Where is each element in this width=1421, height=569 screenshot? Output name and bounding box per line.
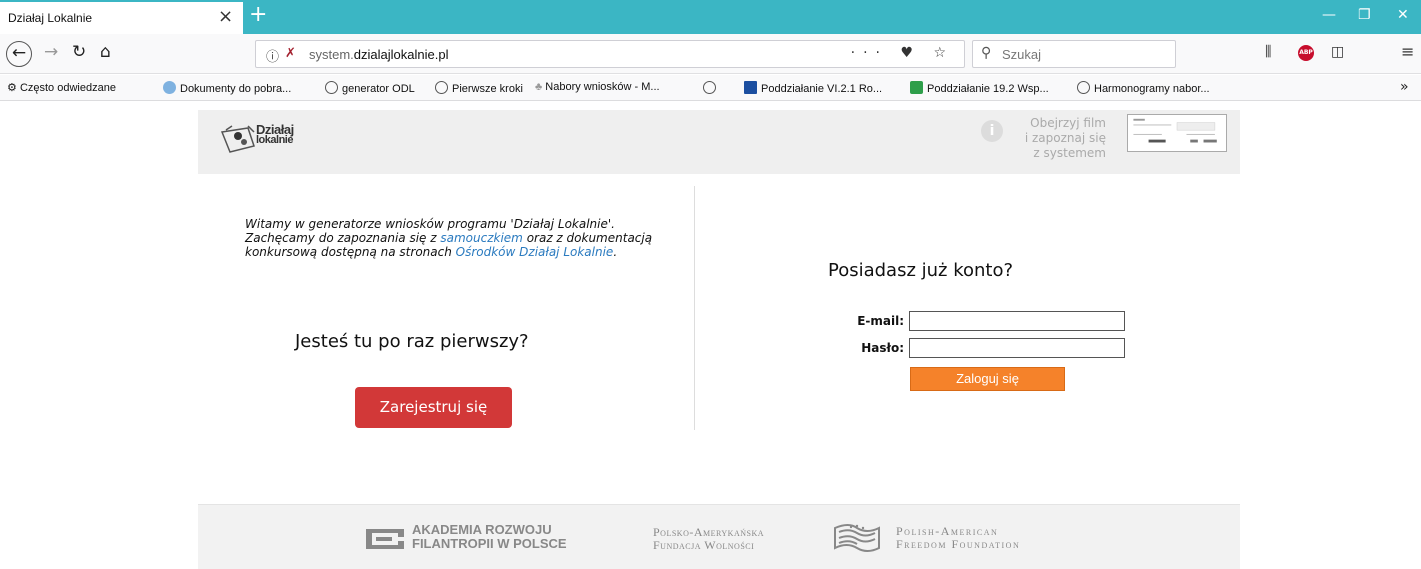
bookmark-item[interactable]: ⚙ Często odwiedzane <box>7 81 116 94</box>
close-icon[interactable]: × <box>218 6 233 27</box>
search-bar[interactable]: ⚲ Szukaj <box>972 40 1176 68</box>
arfp-logo[interactable] <box>364 527 406 551</box>
flag-logo[interactable] <box>831 522 883 554</box>
home-button[interactable]: ⌂ <box>100 42 111 62</box>
search-placeholder: Szukaj <box>1002 47 1042 62</box>
info-icon[interactable]: i <box>981 120 1003 142</box>
close-window-icon[interactable]: ✕ <box>1397 7 1409 23</box>
tutorial-link[interactable]: samouczkiem <box>440 231 523 245</box>
page-actions-icon[interactable]: ··· ♥ ☆ <box>851 45 954 61</box>
globe-icon <box>435 81 448 94</box>
pafw-text: Polsko-Amerykańska Fundacja Wolności <box>653 525 765 552</box>
bookmark-item[interactable]: Poddziałanie VI.2.1 Ro... <box>744 81 882 95</box>
globe-icon <box>1077 81 1090 94</box>
search-icon: ⚲ <box>981 45 992 61</box>
logo-text: Działaj lokalnie <box>256 122 294 146</box>
info-icon[interactable]: ⓘ <box>266 46 279 65</box>
page: Działaj lokalnie i Obejrzyj film i zapoz… <box>198 110 1240 569</box>
insecure-lock-icon[interactable]: ✗ <box>285 46 296 61</box>
globe-icon <box>163 81 176 94</box>
bookmark-item[interactable]: Harmonogramy nabor... <box>1077 81 1210 95</box>
bookmark-item[interactable]: Poddziałanie 19.2 Wsp... <box>910 81 1049 95</box>
bookmark-item[interactable]: generator ODL <box>325 81 415 95</box>
chevron-right-icon[interactable]: » <box>1400 79 1409 95</box>
film-thumbnail[interactable] <box>1127 114 1227 152</box>
bookmark-item[interactable] <box>703 81 720 95</box>
bookmark-item[interactable]: Pierwsze kroki <box>435 81 523 95</box>
bookmarks-bar: ⚙ Często odwiedzane Dokumenty do pobra..… <box>0 75 1421 101</box>
first-time-heading: Jesteś tu po raz pierwszy? <box>295 331 529 352</box>
minimize-icon[interactable]: — <box>1322 7 1336 23</box>
footer: AKADEMIA ROZWOJU FILANTROPII W POLSCE Po… <box>198 504 1240 569</box>
centers-link[interactable]: Ośrodków Działaj Lokalnie <box>456 245 614 259</box>
menu-icon[interactable]: ≡ <box>1401 42 1414 61</box>
register-button[interactable]: Zarejestruj się <box>355 387 512 428</box>
restore-icon[interactable]: ❐ <box>1358 7 1371 23</box>
tree-icon: ♣ <box>535 81 543 93</box>
green-icon <box>910 81 923 94</box>
adblock-icon[interactable]: ABP <box>1298 45 1314 61</box>
email-field[interactable] <box>909 311 1125 331</box>
tab-bar: Działaj Lokalnie × + — ❐ ✕ <box>0 0 1421 34</box>
tab-title: Działaj Lokalnie <box>8 11 93 25</box>
arfp-text: AKADEMIA ROZWOJU FILANTROPII W POLSCE <box>412 522 567 551</box>
url-bar[interactable]: ⓘ ✗ system.dzialajlokalnie.pl ··· ♥ ☆ <box>255 40 965 68</box>
globe-icon <box>703 81 716 94</box>
eu-flag-icon <box>744 81 757 94</box>
forward-button[interactable]: → <box>44 42 58 62</box>
bookmark-item[interactable]: ♣ Nabory wniosków - M... <box>535 81 660 93</box>
login-button[interactable]: Zaloguj się <box>910 367 1065 391</box>
library-icon[interactable]: ⫼ <box>1265 44 1271 60</box>
login-heading: Posiadasz już konto? <box>828 260 1014 281</box>
reload-button[interactable]: ↻ <box>72 42 86 62</box>
url-text[interactable]: system.dzialajlokalnie.pl <box>309 47 448 62</box>
column-divider <box>694 186 695 430</box>
gear-icon: ⚙ <box>7 82 17 94</box>
bookmark-item[interactable]: Dokumenty do pobra... <box>163 81 291 95</box>
email-label: E-mail: <box>857 314 904 328</box>
globe-icon <box>325 81 338 94</box>
sidebar-icon[interactable]: ◫ <box>1331 44 1344 60</box>
watch-film-link[interactable]: Obejrzyj film i zapoznaj się z systemem <box>1006 116 1106 161</box>
nav-bar: ← → ↻ ⌂ ⓘ ✗ system.dzialajlokalnie.pl ··… <box>0 34 1421 74</box>
back-button[interactable]: ← <box>6 41 32 67</box>
password-field[interactable] <box>909 338 1125 358</box>
tab-active[interactable]: Działaj Lokalnie × <box>0 0 243 34</box>
new-tab-button[interactable]: + <box>249 2 267 27</box>
page-header: Działaj lokalnie i Obejrzyj film i zapoz… <box>198 110 1240 174</box>
welcome-text: Witamy w generatorze wniosków programu '… <box>245 217 653 259</box>
pff-text: Polish-American Freedom Foundation <box>896 524 1021 551</box>
password-label: Hasło: <box>861 341 904 355</box>
